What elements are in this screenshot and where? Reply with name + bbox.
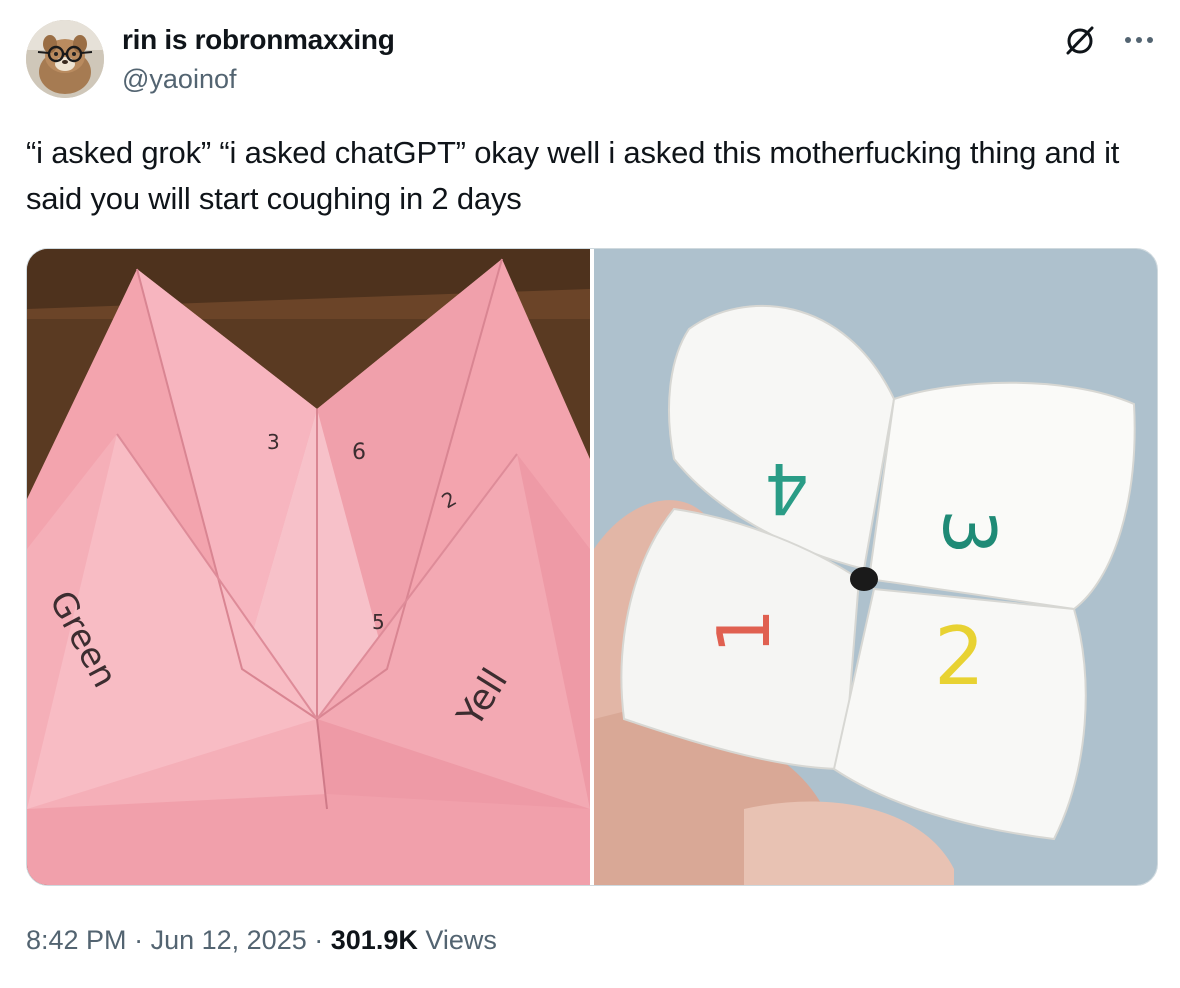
handwriting-6: 6 [352,440,366,465]
media-image-pink-fortune-teller[interactable]: 3 6 2 5 Green Yell [27,249,590,885]
avatar[interactable] [26,20,104,98]
more-dots-icon[interactable] [1124,35,1154,45]
tweet-media[interactable]: 3 6 2 5 Green Yell 4 3 1 2 [26,248,1158,886]
fortune-number-4: 4 [764,447,809,529]
tweet-meta: 8:42 PM · Jun 12, 2025 · 301.9K Views [26,922,497,958]
views-label: Views [425,925,497,955]
author-handle[interactable]: @yaoinof [122,62,395,96]
tweet-actions-top [1062,22,1154,58]
fortune-number-3: 3 [927,509,1011,555]
avatar-image [26,20,104,98]
white-fortune-teller-image: 4 3 1 2 [594,249,1157,885]
tweet-time[interactable]: 8:42 PM [26,925,127,955]
author-block: rin is robronmaxxing @yaoinof [122,24,395,96]
tweet-date[interactable]: Jun 12, 2025 [151,925,307,955]
pink-fortune-teller-image: 3 6 2 5 Green Yell [27,249,590,885]
tweet-text: “i asked grok” “i asked chatGPT” okay we… [26,135,1120,216]
handwriting-5: 5 [372,610,385,634]
grok-slash-icon[interactable] [1062,22,1098,58]
meta-separator: · [314,925,324,955]
meta-separator: · [134,925,144,955]
fortune-number-2: 2 [934,610,985,703]
views-count: 301.9K [330,925,418,955]
media-image-white-fortune-teller[interactable]: 4 3 1 2 [594,249,1157,885]
author-display-name[interactable]: rin is robronmaxxing [122,24,395,56]
fortune-number-1: 1 [702,608,786,654]
handwriting-3: 3 [267,430,280,454]
